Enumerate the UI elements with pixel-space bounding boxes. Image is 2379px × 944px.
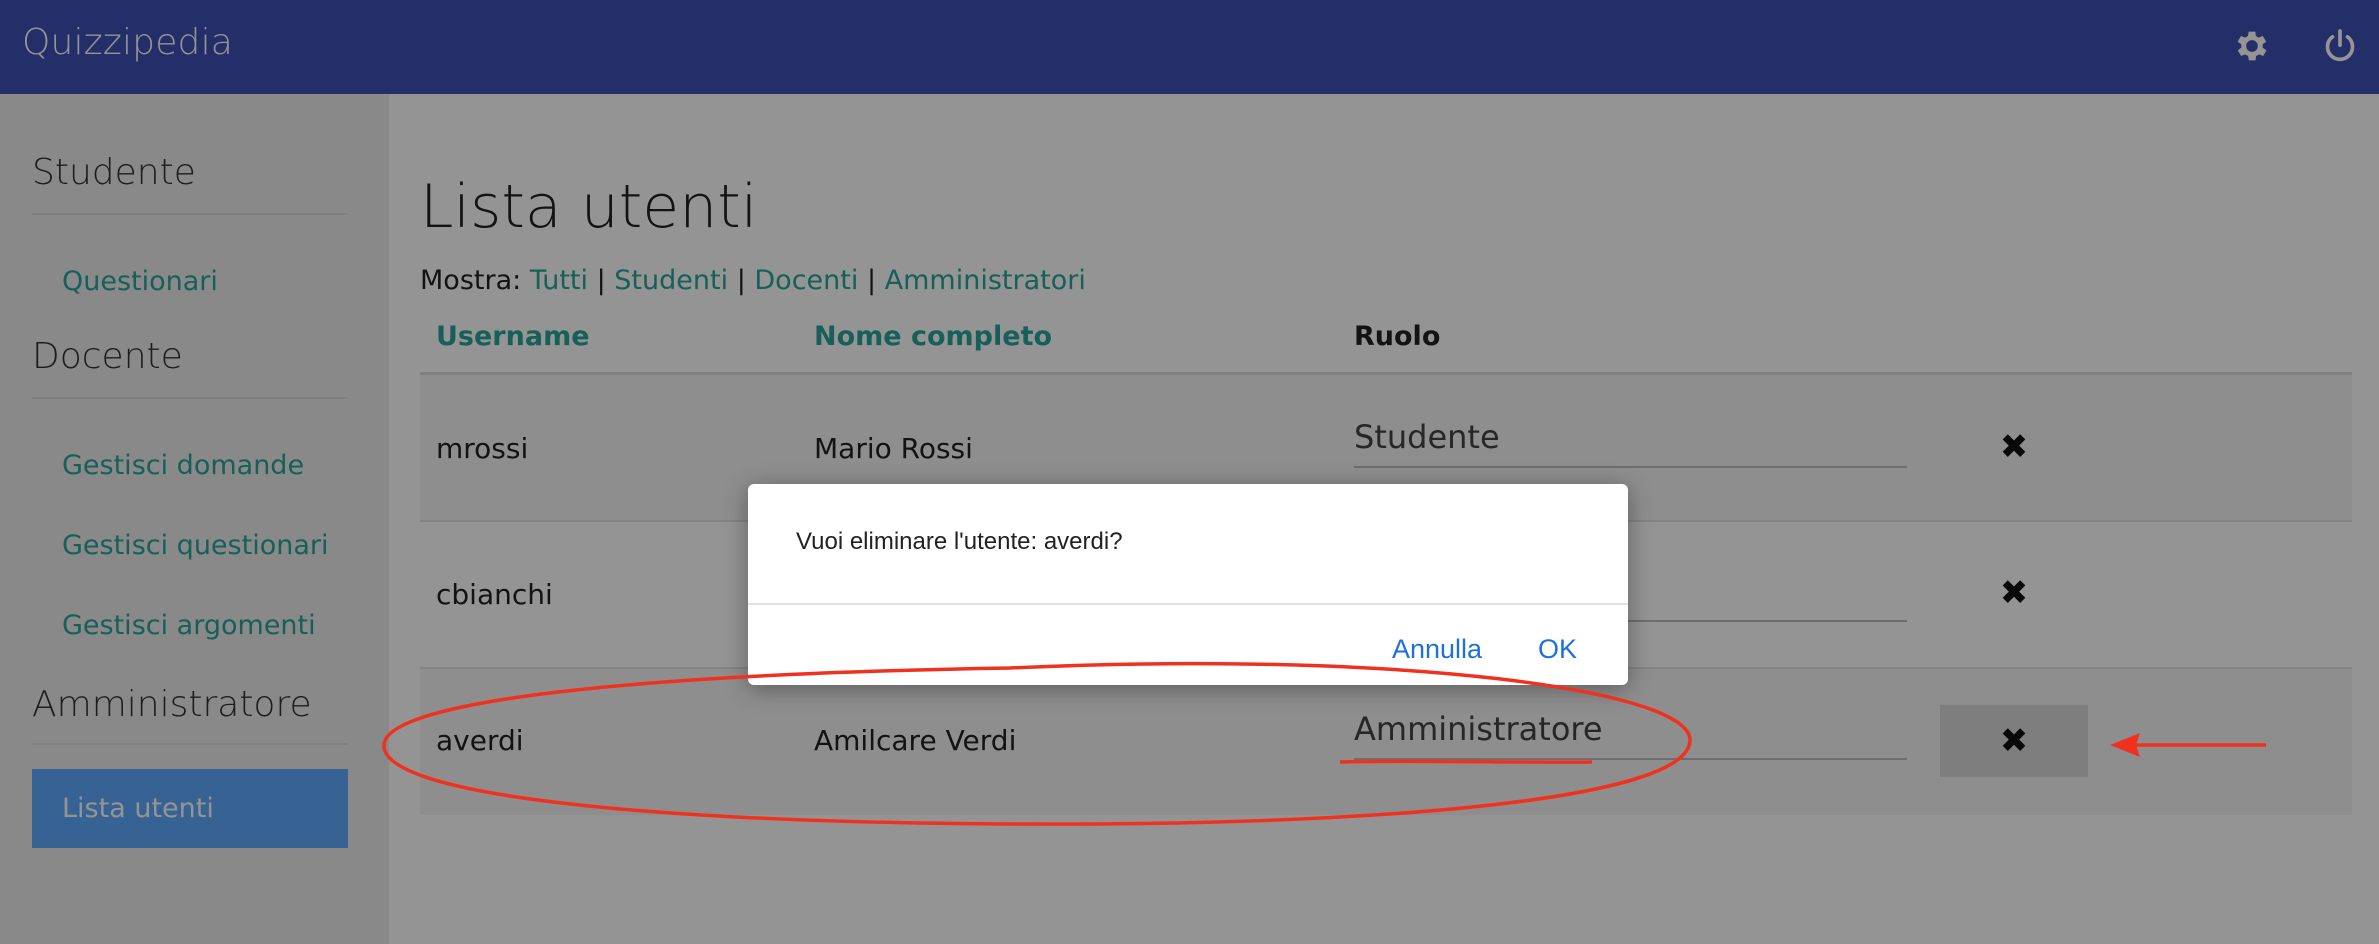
modal-backdrop[interactable]: [0, 0, 2379, 944]
dialog-divider: [748, 603, 1628, 605]
ok-button[interactable]: OK: [1538, 634, 1577, 665]
confirm-dialog: Vuoi eliminare l'utente: averdi? Annulla…: [748, 484, 1628, 685]
cancel-button[interactable]: Annulla: [1392, 634, 1482, 665]
dialog-message: Vuoi eliminare l'utente: averdi?: [796, 528, 1123, 555]
